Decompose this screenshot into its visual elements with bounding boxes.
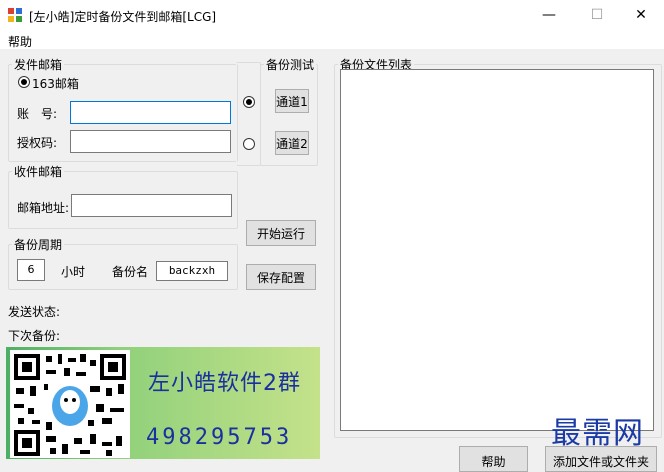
app-icon [8, 8, 22, 22]
receiver-group-legend: 收件邮箱 [14, 165, 63, 179]
channel1-button[interactable]: 通道1 [275, 89, 309, 113]
save-config-button[interactable]: 保存配置 [246, 264, 316, 290]
help-button[interactable]: 帮助 [459, 446, 528, 472]
channel2-radio[interactable] [243, 138, 255, 150]
send-status-label: 发送状态: [8, 305, 61, 319]
banner-group-number: 498295753 [146, 425, 293, 450]
channel2-button[interactable]: 通道2 [275, 131, 309, 155]
window-title: [左小皓]定时备份文件到邮箱[LCG] [29, 10, 217, 24]
minimize-icon: — [542, 7, 556, 23]
account-input[interactable] [70, 101, 231, 124]
auth-code-label: 授权码: [17, 136, 58, 150]
hours-unit-label: 小时 [61, 265, 86, 279]
menu-bar [0, 30, 664, 49]
channel-radio-box [236, 62, 261, 166]
email-address-input[interactable] [71, 194, 232, 217]
add-files-button-label: 添加文件或文件夹 [552, 455, 649, 469]
start-button[interactable]: 开始运行 [246, 220, 316, 246]
site-watermark: 最需网 [551, 416, 644, 451]
group-banner: 左小皓软件2群 498295753 [6, 347, 320, 459]
help-button-label: 帮助 [481, 455, 506, 469]
menu-help[interactable]: 帮助 [8, 33, 32, 50]
backup-name-label: 备份名 [112, 265, 149, 279]
period-group-legend: 备份周期 [14, 238, 63, 252]
provider-163-radio[interactable] [18, 76, 30, 88]
qr-code [10, 350, 130, 458]
email-address-label: 邮箱地址: [17, 201, 70, 215]
file-list-box[interactable] [340, 69, 654, 431]
minimize-button[interactable]: — [526, 0, 572, 30]
close-icon: ✕ [635, 7, 647, 23]
account-label: 账 号: [17, 107, 58, 121]
close-button[interactable]: ✕ [618, 0, 664, 30]
sender-group-legend: 发件邮箱 [14, 58, 63, 72]
backup-name-input[interactable]: backzxh [156, 261, 228, 281]
provider-163-label: 163邮箱 [32, 77, 79, 91]
maximize-icon: ☐ [590, 7, 604, 23]
banner-group-name: 左小皓软件2群 [148, 371, 301, 396]
next-backup-label: 下次备份: [8, 329, 61, 343]
backup-test-legend: 备份测试 [266, 58, 315, 72]
hours-input[interactable]: 6 [17, 259, 45, 281]
auth-code-input[interactable] [70, 130, 231, 153]
maximize-button[interactable]: ☐ [574, 0, 620, 30]
channel1-radio[interactable] [243, 96, 255, 108]
